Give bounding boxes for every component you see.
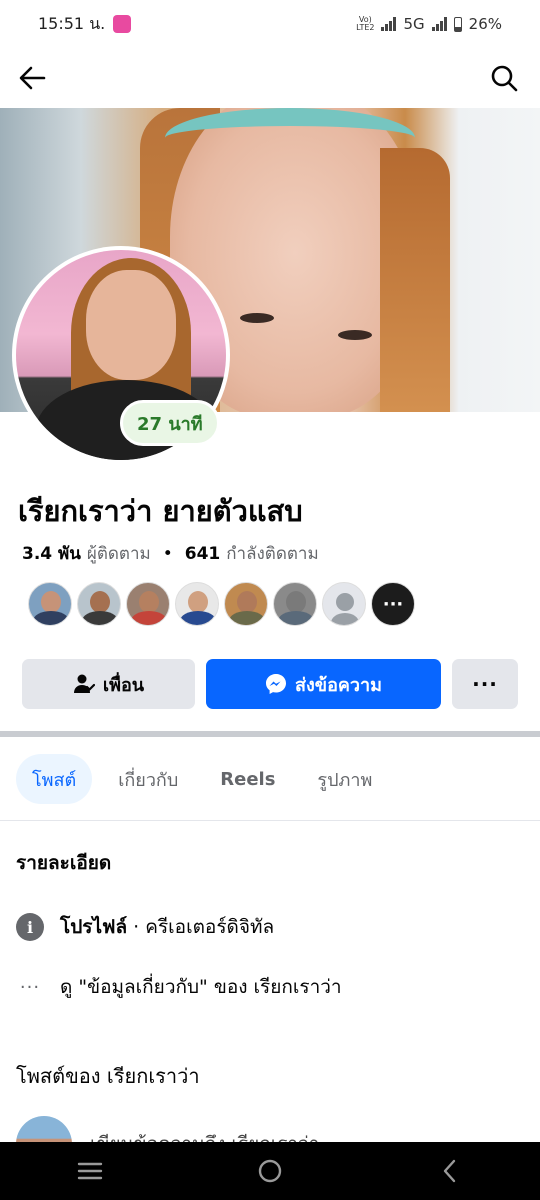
friend-avatar[interactable]: [77, 582, 121, 626]
tabs-divider: [0, 820, 540, 821]
details-title: รายละเอียด: [16, 852, 112, 874]
friend-avatar[interactable]: [224, 582, 268, 626]
section-divider: [0, 731, 540, 737]
tab-about[interactable]: เกี่ยวกับ: [102, 754, 194, 804]
profile-tabs: โพสต์ เกี่ยวกับ Reels รูปภาพ: [16, 754, 398, 804]
cover-eye-right: [338, 330, 372, 340]
cover-headband: [165, 108, 415, 168]
back-button[interactable]: [14, 60, 50, 96]
chevron-left-icon: [443, 1159, 456, 1183]
more-options-button[interactable]: ···: [452, 659, 518, 709]
recent-apps-button[interactable]: [60, 1142, 120, 1200]
about-link[interactable]: ดู "ข้อมูลเกี่ยวกับ" ของ เรียกเราว่า: [60, 972, 342, 1002]
stats-separator: •: [162, 543, 173, 564]
status-bar: 15:51 น. Vo) LTE2 5G 26%: [0, 0, 540, 48]
battery-icon: [453, 16, 462, 32]
nav-back-button[interactable]: [420, 1142, 480, 1200]
more-dots-icon: ···: [19, 976, 41, 998]
friend-avatar[interactable]: [175, 582, 219, 626]
message-button-label: ส่งข้อความ: [294, 674, 382, 696]
following-count[interactable]: 641: [185, 544, 221, 564]
friends-button[interactable]: เพื่อน: [22, 659, 195, 709]
friend-avatar[interactable]: [273, 582, 317, 626]
follow-stats: 3.4 พัน ผู้ติดตาม • 641 กำลังติดตาม: [22, 540, 319, 567]
profile-type-detail: · ครีเอเตอร์ดิจิทัล: [133, 916, 275, 938]
app-bar: [0, 48, 540, 108]
about-link-row[interactable]: ··· ดู "ข้อมูลเกี่ยวกับ" ของ เรียกเราว่า: [16, 972, 342, 1002]
friends-button-label: เพื่อน: [102, 674, 145, 696]
app-notification-icon: [113, 15, 132, 33]
tab-posts[interactable]: โพสต์: [16, 754, 93, 804]
battery-percent: 26%: [468, 15, 502, 33]
signal-icon-2: [431, 17, 447, 31]
more-friends-button[interactable]: ···: [371, 582, 415, 626]
volte-icon: Vo) LTE2: [356, 15, 375, 32]
search-button[interactable]: [486, 60, 522, 96]
person-check-icon: [73, 674, 95, 693]
followers-count[interactable]: 3.4 พัน: [22, 540, 81, 567]
messenger-icon: [265, 674, 286, 694]
home-circle-icon: [258, 1159, 282, 1183]
cover-eye-left: [240, 313, 274, 323]
system-nav-bar: [0, 1142, 540, 1200]
tab-reels[interactable]: Reels: [204, 754, 291, 804]
message-button[interactable]: ส่งข้อความ: [206, 659, 441, 709]
profile-name: เรียกเราว่า ยายตัวแสบ: [18, 494, 303, 528]
story-time-badge[interactable]: 27 นาที: [120, 400, 220, 446]
friend-avatar[interactable]: [28, 582, 72, 626]
posts-title: โพสต์ของ เรียกเราว่า: [16, 1064, 200, 1088]
profile-actions: เพื่อน ส่งข้อความ ···: [22, 659, 518, 709]
avatar-face: [86, 270, 176, 380]
info-icon: i: [16, 913, 44, 941]
recent-apps-icon: [77, 1162, 103, 1180]
friend-avatar[interactable]: [126, 582, 170, 626]
home-button[interactable]: [240, 1142, 300, 1200]
network-label: 5G: [403, 15, 425, 33]
followers-label[interactable]: ผู้ติดตาม: [87, 540, 151, 567]
search-icon: [491, 65, 518, 92]
status-time: 15:51 น.: [38, 13, 106, 33]
tab-photos[interactable]: รูปภาพ: [301, 754, 388, 804]
friends-avatars: ···: [28, 582, 415, 626]
profile-type-bold: โปรไฟล์: [60, 916, 128, 938]
signal-icon: [381, 17, 397, 31]
profile-type-row: i โปรไฟล์ · ครีเอเตอร์ดิจิทัล: [16, 912, 274, 942]
friend-avatar-default[interactable]: [322, 582, 366, 626]
arrow-left-icon: [19, 66, 46, 90]
following-label[interactable]: กำลังติดตาม: [226, 540, 318, 567]
cover-hair-right: [380, 148, 450, 412]
